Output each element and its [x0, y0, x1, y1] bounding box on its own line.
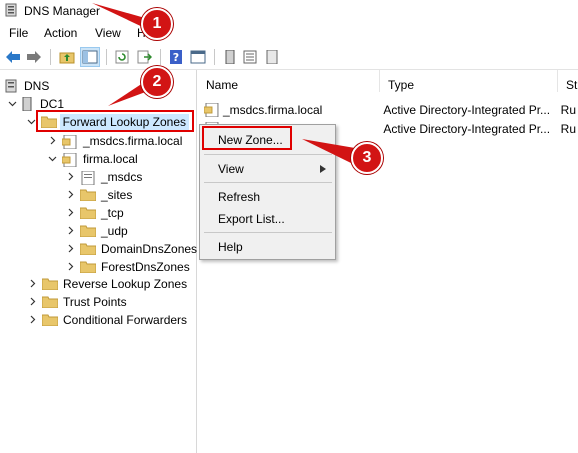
back-button[interactable] [3, 47, 23, 67]
list-cell-status: Ru [560, 102, 576, 117]
collapse-chevron-icon[interactable] [6, 98, 18, 110]
list-icon [243, 50, 257, 64]
dns-manager-icon [5, 3, 17, 17]
toolbar: ? [0, 44, 578, 70]
expand-chevron-icon[interactable] [64, 225, 76, 237]
folder-icon [42, 278, 58, 290]
expand-chevron-icon[interactable] [64, 261, 76, 273]
list-cell-status: Ru [560, 121, 576, 136]
step-badge-1: 1 [141, 8, 173, 40]
menu-item-help[interactable]: Help [201, 235, 334, 257]
svg-text:?: ? [173, 51, 179, 64]
tree-item-reverse-lookup-zones[interactable]: Reverse Lookup Zones [26, 274, 187, 293]
submenu-arrow-icon [320, 165, 326, 173]
console-tree-icon [82, 50, 98, 64]
document-icon [266, 50, 278, 64]
forward-arrow-icon [27, 51, 41, 63]
tree-item-sites[interactable]: _sites [64, 185, 132, 204]
tree-item-dns[interactable]: DNS [4, 76, 49, 95]
folder-up-icon [59, 52, 75, 64]
folder-icon [42, 314, 58, 326]
properties-icon [190, 50, 206, 64]
highlight-box-forward-zones [36, 110, 194, 132]
tree-item-udp[interactable]: _udp [64, 221, 128, 240]
collapse-chevron-icon[interactable] [26, 116, 37, 128]
export-icon [137, 50, 152, 64]
step-badge-3: 3 [351, 142, 383, 174]
refresh-icon [115, 50, 129, 64]
menu-separator [204, 232, 332, 233]
help-icon: ? [170, 50, 182, 64]
expand-chevron-icon[interactable] [26, 296, 38, 308]
menu-separator [204, 182, 332, 183]
column-header-type[interactable]: Type [380, 70, 558, 92]
tree-item-firma-local[interactable]: firma.local [46, 149, 138, 168]
forward-button[interactable] [24, 47, 44, 67]
dns-icon [5, 79, 17, 92]
folder-icon [80, 261, 96, 273]
properties-button[interactable] [188, 47, 208, 67]
menu-action[interactable]: Action [44, 26, 77, 40]
step-badge-2: 2 [141, 66, 173, 98]
list-cell-name: _msdcs.firma.local [222, 102, 323, 117]
zone-list-button[interactable] [240, 47, 260, 67]
zone-icon [62, 152, 78, 167]
expand-chevron-icon[interactable] [46, 135, 58, 147]
folder-icon [80, 207, 96, 219]
expand-chevron-icon[interactable] [64, 243, 76, 255]
server-icon [225, 50, 235, 64]
server-icon [22, 96, 32, 111]
menu-file[interactable]: File [9, 26, 28, 40]
tree-item-domaindnszones[interactable]: DomainDnsZones [64, 239, 197, 258]
list-cell-type: Active Directory-Integrated Pr... [383, 121, 551, 136]
window-title: DNS Manager [24, 4, 101, 18]
menu-view[interactable]: View [95, 26, 121, 40]
record-button[interactable] [262, 47, 282, 67]
tree-item-msdcs-zone[interactable]: _msdcs.firma.local [46, 131, 182, 150]
expand-chevron-icon[interactable] [26, 278, 38, 290]
title-bar: DNS Manager [0, 0, 578, 22]
tree-item-msdcs[interactable]: _msdcs [64, 167, 142, 186]
folder-icon [80, 225, 96, 237]
highlight-box-new-zone [202, 126, 292, 150]
zone-icon [62, 134, 78, 149]
list-row[interactable]: _msdcs.firma.local Active Directory-Inte… [204, 100, 576, 119]
back-arrow-icon [6, 51, 20, 63]
menu-bar: File Action View Help [0, 22, 578, 44]
zone-icon [204, 102, 219, 117]
help-button[interactable]: ? [166, 47, 186, 67]
zone-icon [80, 170, 96, 185]
expand-chevron-icon[interactable] [64, 189, 76, 201]
folder-icon [42, 296, 58, 308]
folder-icon [80, 189, 96, 201]
refresh-button[interactable] [112, 47, 132, 67]
tree-item-tcp[interactable]: _tcp [64, 203, 124, 222]
folder-icon [80, 243, 96, 255]
menu-item-export-list[interactable]: Export List... [201, 207, 334, 229]
menu-item-view-label: View [218, 162, 244, 176]
collapse-chevron-icon[interactable] [46, 153, 58, 165]
column-header-name[interactable]: Name [198, 70, 380, 92]
tree-item-conditional-forwarders[interactable]: Conditional Forwarders [26, 310, 187, 329]
export-list-button[interactable] [134, 47, 154, 67]
up-folder-button[interactable] [57, 47, 77, 67]
server-button[interactable] [220, 47, 240, 67]
menu-separator [204, 154, 332, 155]
menu-item-view[interactable]: View [201, 157, 334, 179]
tree-item-trust-points[interactable]: Trust Points [26, 292, 127, 311]
show-hide-console-tree-button[interactable] [80, 47, 100, 67]
menu-item-refresh[interactable]: Refresh [201, 185, 334, 207]
expand-chevron-icon[interactable] [64, 171, 76, 183]
expand-chevron-icon[interactable] [26, 314, 38, 326]
list-cell-type: Active Directory-Integrated Pr... [383, 102, 551, 117]
column-header-status[interactable]: St [558, 70, 578, 92]
expand-chevron-icon[interactable] [64, 207, 76, 219]
